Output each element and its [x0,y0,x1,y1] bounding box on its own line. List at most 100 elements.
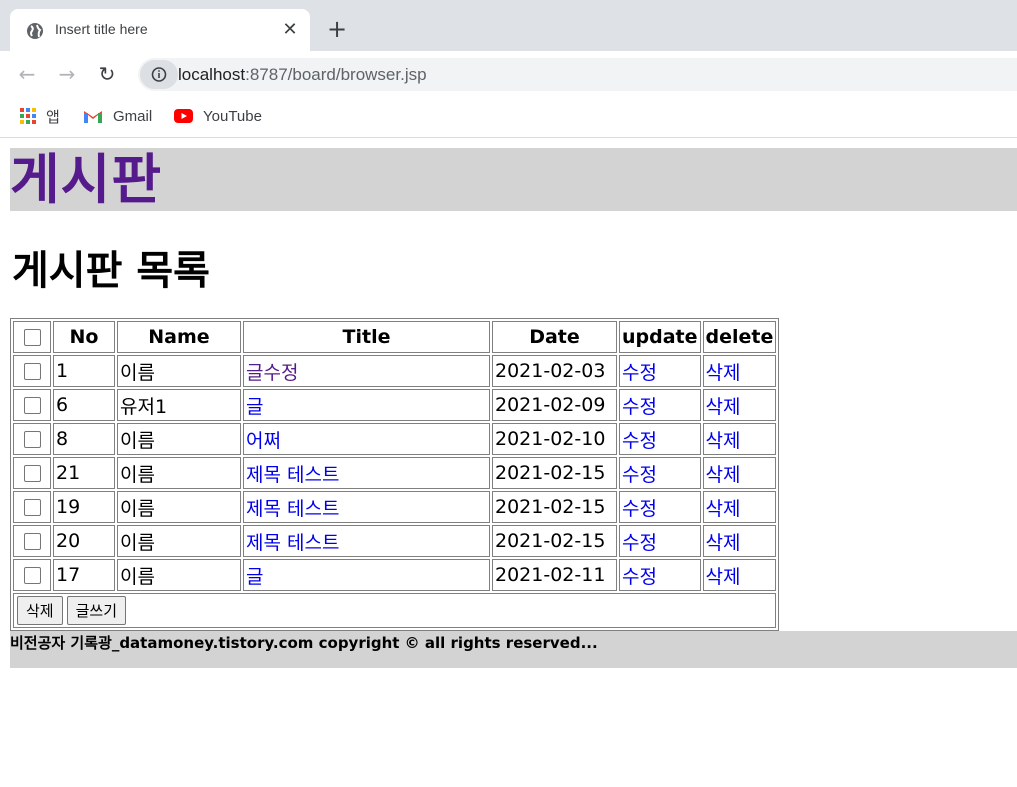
row-checkbox[interactable] [23,363,41,380]
site-header: 게시판 [10,148,1017,211]
post-title-link[interactable]: 제목 테스트 [246,498,339,520]
bookmark-label: Gmail [113,107,153,125]
reload-icon[interactable]: ↻ [96,63,118,85]
post-title-link[interactable]: 글 [246,566,263,588]
url-path: :8787/board/browser.jsp [245,65,427,84]
row-checkbox[interactable] [23,397,41,414]
tab-title: Insert title here [55,21,148,37]
youtube-icon [174,109,193,123]
back-arrow-icon[interactable]: ← [16,63,38,85]
post-title-link[interactable]: 글 [246,396,263,418]
delete-link[interactable]: 삭제 [706,464,741,486]
post-title-link[interactable]: 글수정 [246,362,298,384]
bookmark-gmail[interactable]: Gmail [83,106,152,126]
update-link[interactable]: 수정 [622,532,657,554]
update-link[interactable]: 수정 [622,464,657,486]
update-link[interactable]: 수정 [622,396,657,418]
post-title-link[interactable]: 어쩌 [246,430,281,452]
browser-tab[interactable]: Insert title here ✕ [10,9,310,51]
cell-date: 2021-02-09 [492,389,617,421]
cell-no: 21 [53,457,115,489]
update-link[interactable]: 수정 [622,566,657,588]
cell-delete: 삭제 [702,423,777,455]
update-link[interactable]: 수정 [622,362,657,384]
delete-link[interactable]: 삭제 [706,430,741,452]
bookmark-youtube[interactable]: YouTube [174,106,262,126]
select-all-checkbox[interactable] [23,329,41,346]
row-select-cell [13,559,51,591]
table-row: 20 이름 제목 테스트 2021-02-15 수정 삭제 [13,525,777,557]
row-select-cell [13,525,51,557]
browser-toolbar: ← → ↻ localhost:8787/board/browser.jsp [0,51,1017,97]
cell-delete: 삭제 [702,491,777,523]
cell-update: 수정 [619,491,701,523]
table-row: 19 이름 제목 테스트 2021-02-15 수정 삭제 [13,491,777,523]
cell-date: 2021-02-15 [492,457,617,489]
cell-date: 2021-02-03 [492,355,617,387]
cell-title: 제목 테스트 [243,457,490,489]
cell-name: 이름 [117,525,241,557]
cell-no: 1 [53,355,115,387]
bookmark-apps[interactable]: 앱 [20,106,60,126]
row-checkbox[interactable] [23,431,41,448]
bookmark-label: YouTube [203,107,262,125]
delete-link[interactable]: 삭제 [706,566,741,588]
delete-link[interactable]: 삭제 [706,362,741,384]
delete-link[interactable]: 삭제 [706,396,741,418]
delete-link[interactable]: 삭제 [706,532,741,554]
site-title[interactable]: 게시판 [10,148,1017,211]
forward-arrow-icon[interactable]: → [56,63,78,85]
table-row: 1 이름 글수정 2021-02-03 수정 삭제 [13,355,777,387]
table-row: 6 유저1 글 2021-02-09 수정 삭제 [13,389,777,421]
write-post-button[interactable]: 글쓰기 [66,596,127,625]
row-select-cell [13,355,51,387]
post-title-link[interactable]: 제목 테스트 [246,464,339,486]
post-title-link[interactable]: 제목 테스트 [246,532,339,554]
row-checkbox[interactable] [23,567,41,584]
column-header-no: No [53,321,115,353]
cell-name: 이름 [117,457,241,489]
cell-update: 수정 [619,559,701,591]
row-checkbox[interactable] [23,465,41,482]
delete-selected-button[interactable]: 삭제 [17,596,63,625]
column-header-delete: delete [702,321,777,353]
column-header-update: update [619,321,701,353]
table-row: 8 이름 어쩌 2021-02-10 수정 삭제 [13,423,777,455]
row-select-cell [13,423,51,455]
cell-update: 수정 [619,389,701,421]
cell-name: 이름 [117,355,241,387]
delete-link[interactable]: 삭제 [706,498,741,520]
cell-title: 제목 테스트 [243,491,490,523]
site-info-button[interactable] [140,60,178,89]
url-text: localhost:8787/board/browser.jsp [178,65,427,85]
bookmark-label: 앱 [46,108,60,126]
select-all-cell [13,321,51,353]
cell-name: 이름 [117,491,241,523]
cell-update: 수정 [619,355,701,387]
table-row: 21 이름 제목 테스트 2021-02-15 수정 삭제 [13,457,777,489]
cell-delete: 삭제 [702,389,777,421]
row-checkbox[interactable] [23,533,41,550]
cell-no: 19 [53,491,115,523]
update-link[interactable]: 수정 [622,498,657,520]
table-row: 17 이름 글 2021-02-11 수정 삭제 [13,559,777,591]
page-title: 게시판 목록 [12,248,210,294]
cell-name: 이름 [117,559,241,591]
address-bar[interactable]: localhost:8787/board/browser.jsp [138,58,1017,91]
board-body: 1 이름 글수정 2021-02-03 수정 삭제 6 유저1 글 2021-02-09 수정 삭제 8… [13,355,777,591]
globe-icon [27,23,43,39]
cell-name: 유저1 [117,389,241,421]
board-table: No Name Title Date update delete 1 이름 글수정 2… [10,318,780,631]
cell-no: 6 [53,389,115,421]
info-icon [151,67,167,82]
cell-no: 20 [53,525,115,557]
cell-delete: 삭제 [702,355,777,387]
new-tab-icon[interactable]: + [326,17,348,41]
tab-strip: Insert title here ✕ + [0,0,1017,51]
cell-no: 17 [53,559,115,591]
cell-title: 어쩌 [243,423,490,455]
cell-title: 제목 테스트 [243,525,490,557]
close-tab-icon[interactable]: ✕ [280,20,300,40]
row-checkbox[interactable] [23,499,41,516]
update-link[interactable]: 수정 [622,430,657,452]
